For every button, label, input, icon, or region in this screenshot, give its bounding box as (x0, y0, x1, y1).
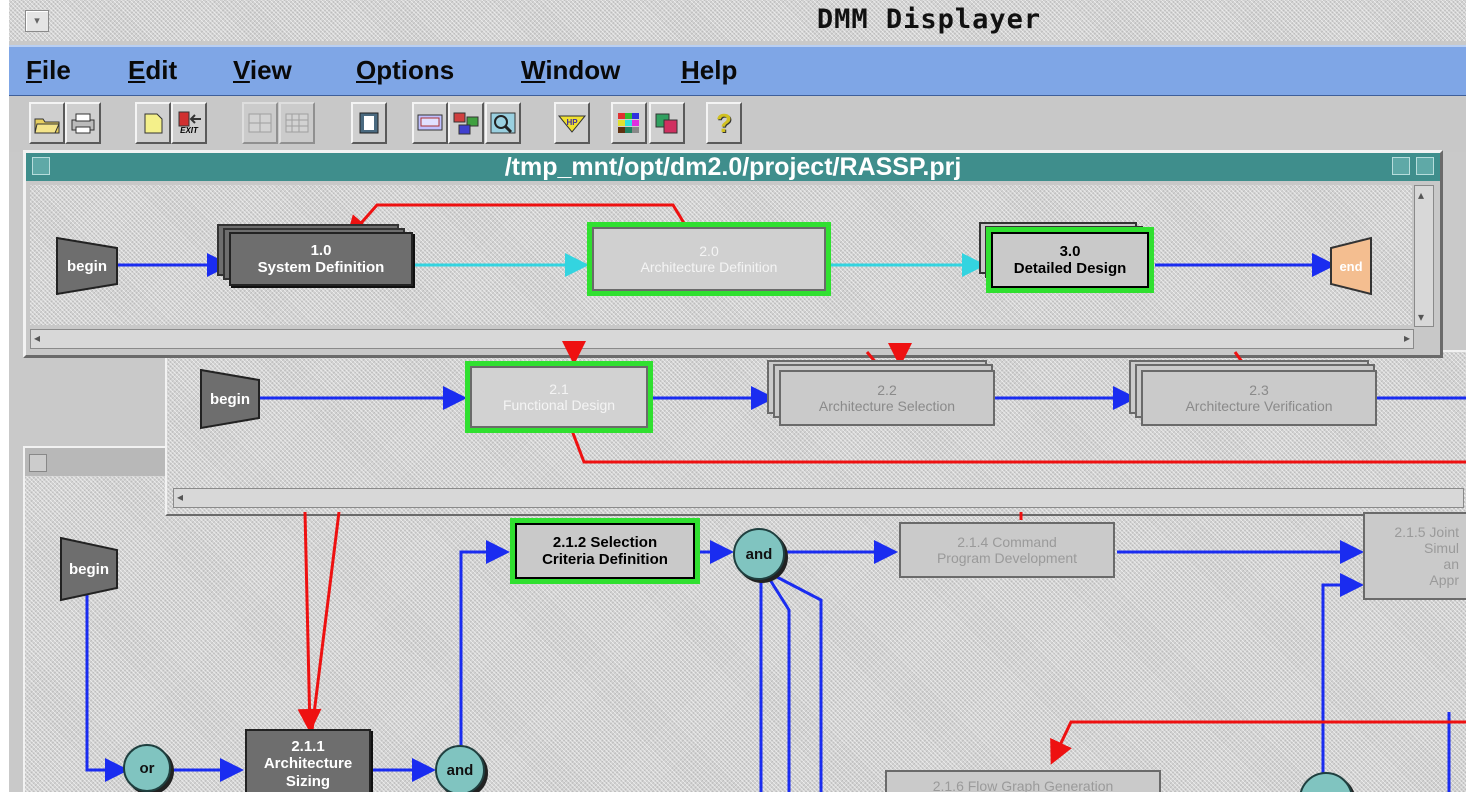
node-1-0[interactable]: 1.0 System Definition (229, 232, 413, 286)
menu-help[interactable]: Help (681, 55, 737, 86)
window-menu-button[interactable]: ▾ (25, 10, 49, 32)
menu-edit[interactable]: Edit (128, 55, 177, 86)
node-id: 1.0 (310, 241, 332, 259)
node-2-1[interactable]: 2.1 Functional Design (465, 361, 653, 433)
node-id: 2.0 (699, 242, 719, 259)
node-2-1-5[interactable]: 2.1.5 Joint Simul an Appr (1363, 512, 1466, 600)
node-label: Simul (1423, 539, 1459, 556)
new-icon[interactable] (135, 102, 171, 144)
node-label: Program Development (936, 550, 1078, 566)
project-hscrollbar[interactable]: ◂ ▸ (30, 329, 1414, 349)
arch-hscrollbar[interactable]: ◂ (173, 488, 1464, 508)
end-label: end (1339, 258, 1363, 274)
network-icon[interactable] (448, 102, 484, 144)
node-label: Architecture (263, 755, 353, 773)
project-end-node[interactable]: end (1329, 236, 1373, 296)
palette-icon[interactable] (611, 102, 647, 144)
project-minimize-button[interactable] (1392, 157, 1410, 175)
node-label: Functional Design (502, 397, 616, 413)
cascade-icon (279, 102, 315, 144)
tile-icon (242, 102, 278, 144)
help-icon[interactable]: ? (706, 102, 742, 144)
node-label: Architecture Verification (1185, 398, 1333, 414)
node-label: System Definition (257, 259, 385, 276)
title-bar: ▾ DMM Displayer (9, 0, 1466, 41)
node-2-1-6[interactable]: 2.1.6 Flow Graph Generation (885, 770, 1161, 792)
or-gate[interactable]: or (123, 744, 171, 792)
node-3-0[interactable]: 3.0 Detailed Design (986, 227, 1154, 293)
copy-icon[interactable] (649, 102, 685, 144)
hp-label: HP (566, 118, 578, 127)
menu-file[interactable]: File (26, 55, 71, 86)
node-label: 2.1.6 Flow Graph Generation (932, 778, 1114, 792)
begin-label: begin (69, 560, 109, 578)
project-vscrollbar[interactable]: ▴ ▾ (1414, 185, 1434, 327)
node-label: Detailed Design (1013, 260, 1127, 277)
project-window-menu-button[interactable] (32, 157, 50, 175)
node-label: Architecture Definition (640, 259, 778, 275)
menu-options[interactable]: Options (356, 55, 454, 86)
print-icon[interactable] (65, 102, 101, 144)
node-label: 2.1.2 Selection (552, 533, 658, 551)
node-2-1-1[interactable]: 2.1.1 Architecture Sizing (245, 729, 371, 792)
menu-view[interactable]: View (233, 55, 292, 86)
toolbar: EXIT HP ? (9, 96, 1466, 152)
node-id: 2.1 (549, 380, 569, 397)
open-icon[interactable] (29, 102, 65, 144)
node-label: Appr (1429, 572, 1459, 589)
menu-window[interactable]: Window (521, 55, 620, 86)
node-label: Criteria Definition (542, 551, 668, 568)
node-id: 2.3 (1249, 381, 1269, 398)
node-2-1-4[interactable]: 2.1.4 Command Program Development (899, 522, 1115, 578)
project-maximize-button[interactable] (1416, 157, 1434, 175)
node-label: Sizing (285, 772, 331, 790)
and-gate[interactable]: and (435, 745, 485, 792)
node-2-2[interactable]: 2.2 Architecture Selection (779, 370, 995, 426)
menu-bar: File Edit View Options Window Help (9, 45, 1466, 97)
arch-begin-node[interactable]: begin (199, 368, 261, 430)
exit-label: EXIT (180, 126, 198, 135)
node-id: 2.1.1 (291, 738, 325, 756)
project-window-title: /tmp_mnt/opt/dm2.0/project/RASSP.prj (26, 153, 1440, 181)
func-begin-node[interactable]: begin (59, 536, 119, 602)
functional-window-menu-button[interactable] (29, 454, 47, 472)
node-label: an (1443, 556, 1459, 572)
begin-label: begin (67, 257, 107, 275)
node-2-3[interactable]: 2.3 Architecture Verification (1141, 370, 1377, 426)
and-gate[interactable]: and (733, 528, 785, 580)
node-label: 2.1.5 Joint (1394, 523, 1459, 540)
hp-icon[interactable]: HP (554, 102, 590, 144)
app-title: DMM Displayer (816, 4, 1042, 35)
display-icon[interactable] (412, 102, 448, 144)
zoom-icon[interactable] (485, 102, 521, 144)
node-id: 3.0 (1059, 242, 1081, 260)
node-label: Architecture Selection (818, 398, 956, 414)
node-id: 2.2 (877, 381, 897, 398)
exit-icon[interactable]: EXIT (171, 102, 207, 144)
dmm-displayer-window: ▾ DMM Displayer File Edit View Options W… (9, 0, 1466, 792)
info-icon[interactable] (351, 102, 387, 144)
node-2-1-2[interactable]: 2.1.2 Selection Criteria Definition (510, 518, 700, 584)
project-begin-node[interactable]: begin (55, 236, 119, 296)
node-2-0[interactable]: 2.0 Architecture Definition (587, 222, 831, 296)
node-label: 2.1.4 Command (957, 533, 1057, 550)
begin-label: begin (210, 390, 250, 408)
